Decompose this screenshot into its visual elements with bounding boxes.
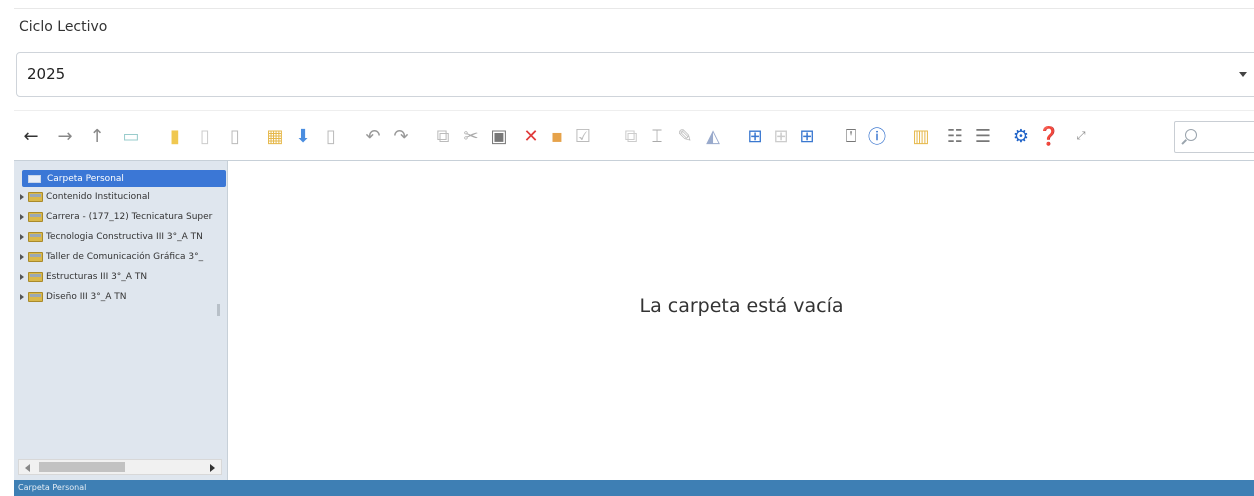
back-arrow-icon[interactable]: ← bbox=[20, 124, 42, 148]
check-icon[interactable]: ☑ bbox=[572, 124, 594, 148]
fullscreen-icon[interactable]: ⤢ bbox=[1070, 124, 1092, 148]
folder-icon bbox=[28, 271, 43, 282]
folder-tree: Carpeta Personal Contenido Institucional… bbox=[14, 161, 228, 481]
list-view-icon[interactable]: ⊞ bbox=[770, 124, 792, 148]
search-input[interactable] bbox=[1174, 121, 1254, 153]
expand-arrow-icon[interactable] bbox=[20, 213, 24, 220]
tree-item-carpeta-personal[interactable]: Carpeta Personal bbox=[22, 170, 226, 187]
chevron-down-icon bbox=[1239, 72, 1247, 77]
folder-icon bbox=[28, 231, 43, 242]
folder-icon bbox=[28, 174, 41, 183]
tree-item-label: Contenido Institucional bbox=[46, 191, 150, 202]
edit-icon[interactable]: ✎ bbox=[674, 124, 696, 148]
scroll-right-icon[interactable] bbox=[210, 464, 215, 472]
folder-content[interactable]: La carpeta está vacía bbox=[229, 161, 1254, 481]
undo-icon[interactable]: ↶ bbox=[362, 124, 384, 148]
expand-arrow-icon[interactable] bbox=[20, 293, 24, 300]
new-folder-icon[interactable]: ▮ bbox=[164, 124, 186, 148]
scroll-thumb[interactable] bbox=[39, 462, 125, 472]
ciclo-lectivo-select[interactable]: 2025 bbox=[16, 52, 1254, 97]
scroll-left-icon[interactable] bbox=[25, 464, 30, 472]
open-icon[interactable]: ▯ bbox=[224, 124, 246, 148]
gear-icon[interactable]: ⚙ bbox=[1010, 124, 1032, 148]
home-icon[interactable]: ▭ bbox=[120, 124, 142, 148]
archive-icon[interactable]: ▥ bbox=[910, 124, 932, 148]
columns-icon[interactable]: ☷ bbox=[944, 124, 966, 148]
folder-icon bbox=[28, 251, 43, 262]
file-manager: Carpeta Personal Contenido Institucional… bbox=[14, 160, 1254, 481]
tree-item-label: Carpeta Personal bbox=[47, 173, 124, 184]
remove-icon[interactable]: ▪ bbox=[546, 124, 568, 148]
search-icon bbox=[1185, 129, 1197, 141]
top-divider bbox=[14, 8, 1254, 9]
rename-icon[interactable]: ⌶ bbox=[646, 124, 668, 148]
upload-icon[interactable]: ▦ bbox=[264, 124, 286, 148]
grid-view-icon[interactable]: ⊞ bbox=[744, 124, 766, 148]
tree-item-label: Tecnologia Constructiva III 3°_A TN bbox=[46, 231, 203, 242]
tree-item[interactable]: Taller de Comunicación Gráfica 3°_ bbox=[20, 248, 226, 265]
horizontal-scrollbar[interactable] bbox=[18, 459, 222, 475]
duplicate-icon[interactable]: ⧉ bbox=[620, 124, 642, 148]
expand-arrow-icon[interactable] bbox=[20, 193, 24, 200]
folder-icon bbox=[28, 191, 43, 202]
selected-value: 2025 bbox=[27, 65, 66, 83]
thumbnails-icon[interactable]: ⊞ bbox=[796, 124, 818, 148]
tree-item-label: Diseño III 3°_A TN bbox=[46, 291, 127, 302]
folder-icon bbox=[28, 291, 43, 302]
status-bar: Carpeta Personal bbox=[14, 480, 1254, 496]
redo-icon[interactable]: ↷ bbox=[390, 124, 412, 148]
tree-item[interactable]: Contenido Institucional bbox=[20, 188, 226, 205]
expand-arrow-icon[interactable] bbox=[20, 233, 24, 240]
tree-item-label: Carrera - (177_12) Tecnicatura Super bbox=[46, 211, 213, 222]
delete-icon[interactable]: ✕ bbox=[520, 124, 542, 148]
expand-arrow-icon[interactable] bbox=[20, 253, 24, 260]
tree-item[interactable]: Diseño III 3°_A TN bbox=[20, 288, 226, 305]
empty-folder-message: La carpeta está vacía bbox=[639, 295, 844, 317]
help-icon[interactable]: ❓ bbox=[1038, 124, 1060, 148]
ciclo-lectivo-label: Ciclo Lectivo bbox=[19, 19, 108, 35]
file-manager-toolbar: ← → ↑ ▭ ▮ ▯ ▯ ▦ ⬇ ▯ ↶ ↷ ⧉ ✂ ▣ ✕ ▪ ☑ ⧉ ⌶ … bbox=[14, 118, 1254, 158]
tree-item[interactable]: Estructuras III 3°_A TN bbox=[20, 268, 226, 285]
info-icon[interactable]: ⓘ bbox=[866, 124, 888, 148]
properties-icon[interactable]: ▯ bbox=[320, 124, 342, 148]
tree-item[interactable]: Carrera - (177_12) Tecnicatura Super bbox=[20, 208, 226, 225]
tree-item-label: Estructuras III 3°_A TN bbox=[46, 271, 148, 282]
resize-icon[interactable]: ◭ bbox=[702, 124, 724, 148]
copy-icon[interactable]: ⧉ bbox=[432, 124, 454, 148]
expand-arrow-icon[interactable] bbox=[20, 273, 24, 280]
folder-icon bbox=[28, 211, 43, 222]
download-icon[interactable]: ⬇ bbox=[292, 124, 314, 148]
preview-icon[interactable]: ⍞ bbox=[840, 124, 862, 148]
paste-icon[interactable]: ▣ bbox=[488, 124, 510, 148]
status-text: Carpeta Personal bbox=[18, 483, 87, 492]
details-icon[interactable]: ☰ bbox=[972, 124, 994, 148]
cut-icon[interactable]: ✂ bbox=[460, 124, 482, 148]
tree-item-label: Taller de Comunicación Gráfica 3°_ bbox=[46, 251, 204, 262]
vertical-scrollbar[interactable] bbox=[217, 304, 220, 316]
new-file-icon[interactable]: ▯ bbox=[194, 124, 216, 148]
up-arrow-icon[interactable]: ↑ bbox=[86, 124, 108, 148]
tree-item[interactable]: Tecnologia Constructiva III 3°_A TN bbox=[20, 228, 226, 245]
forward-arrow-icon[interactable]: → bbox=[54, 124, 76, 148]
divider bbox=[14, 110, 1254, 111]
